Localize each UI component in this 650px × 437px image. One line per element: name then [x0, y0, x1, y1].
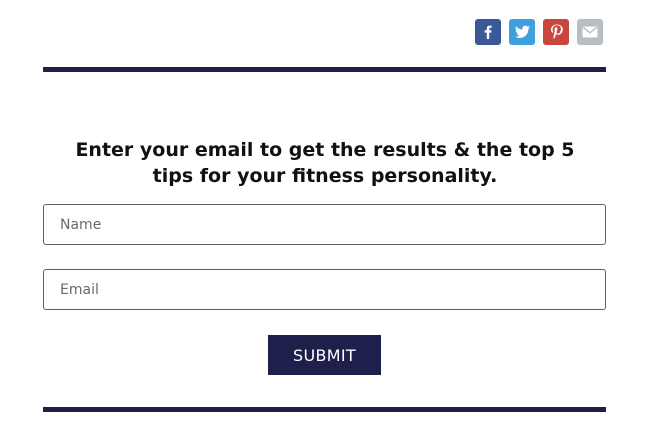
form-heading: Enter your email to get the results & th…	[75, 139, 575, 187]
facebook-icon	[484, 25, 492, 39]
pinterest-icon	[550, 24, 563, 39]
social-share-bar	[475, 19, 603, 45]
pinterest-share-button[interactable]	[543, 19, 569, 45]
email-input[interactable]	[43, 269, 606, 310]
email-share-button[interactable]	[577, 19, 603, 45]
twitter-icon	[514, 25, 530, 38]
facebook-share-button[interactable]	[475, 19, 501, 45]
top-divider	[43, 67, 606, 72]
twitter-share-button[interactable]	[509, 19, 535, 45]
name-input[interactable]	[43, 204, 606, 245]
bottom-divider	[43, 407, 606, 412]
submit-button[interactable]: SUBMIT	[268, 335, 381, 375]
email-icon	[582, 26, 598, 38]
